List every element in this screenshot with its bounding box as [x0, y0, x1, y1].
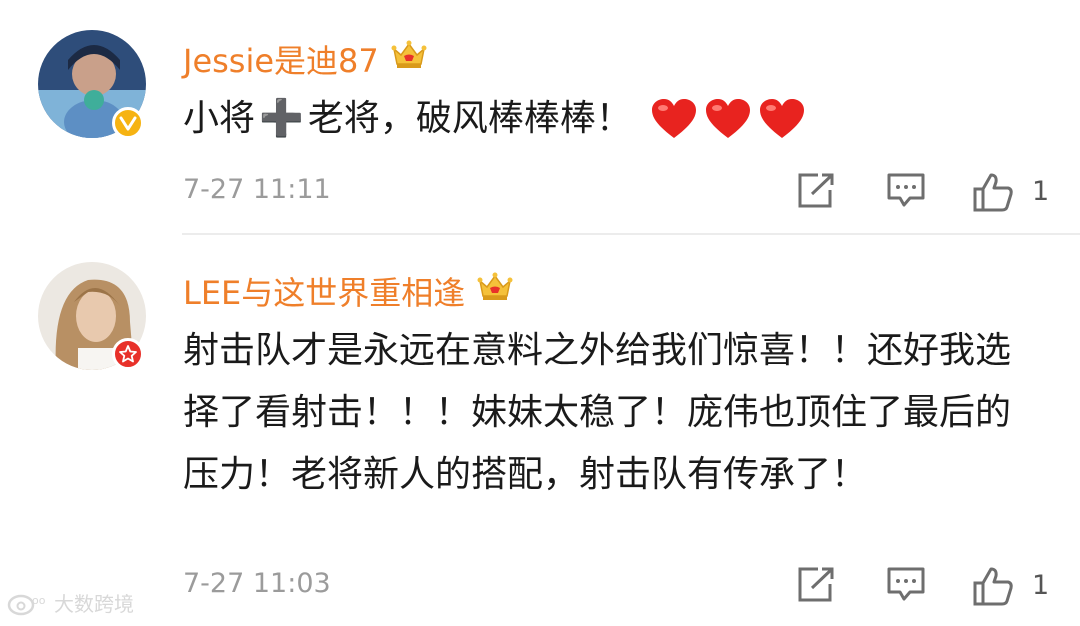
like-count: 1	[1032, 176, 1050, 207]
comment-item: Jessie是迪87 小将 ➕ 老将，破风棒棒棒！ 7-27 11:11 1	[0, 0, 1080, 232]
comment-icon	[887, 173, 925, 207]
verified-badge-icon	[112, 107, 144, 139]
thumbs-up-icon	[973, 173, 1013, 212]
like-button[interactable]: 1	[972, 566, 1049, 606]
username[interactable]: LEE与这世界重相逢	[183, 268, 513, 314]
heart-icon	[759, 99, 804, 138]
share-icon	[798, 567, 834, 602]
plus-icon: ➕	[259, 98, 304, 139]
crown-icon	[391, 39, 427, 79]
share-button[interactable]	[796, 566, 836, 604]
divider	[182, 233, 1080, 235]
timestamp: 7-27 11:11	[183, 174, 331, 205]
share-icon	[798, 173, 834, 208]
hearts	[650, 98, 806, 140]
like-count: 1	[1032, 570, 1050, 601]
weibo-logo-icon: oo	[7, 594, 46, 615]
heart-icon	[705, 99, 750, 138]
share-button[interactable]	[796, 172, 836, 210]
crown-icon	[477, 271, 513, 311]
reply-button[interactable]	[886, 566, 926, 604]
comment-item: LEE与这世界重相逢 射击队才是永远在意料之外给我们惊喜！！还好我选择了看射击！…	[0, 236, 1080, 626]
heart-icon	[651, 99, 696, 138]
username[interactable]: Jessie是迪87	[183, 36, 427, 82]
reply-button[interactable]	[886, 172, 926, 210]
svg-text:oo: oo	[32, 594, 46, 607]
star-badge-icon	[112, 338, 144, 370]
comment-icon	[887, 567, 925, 601]
like-button[interactable]: 1	[972, 172, 1049, 212]
watermark: oo 大数跨境	[6, 588, 134, 617]
thumbs-up-icon	[973, 567, 1013, 606]
timestamp: 7-27 11:03	[183, 568, 331, 599]
comment-text: 小将 ➕ 老将，破风棒棒棒！	[183, 88, 806, 150]
comment-text: 射击队才是永远在意料之外给我们惊喜！！还好我选择了看射击！！！妹妹太稳了！庞伟也…	[183, 330, 1012, 495]
